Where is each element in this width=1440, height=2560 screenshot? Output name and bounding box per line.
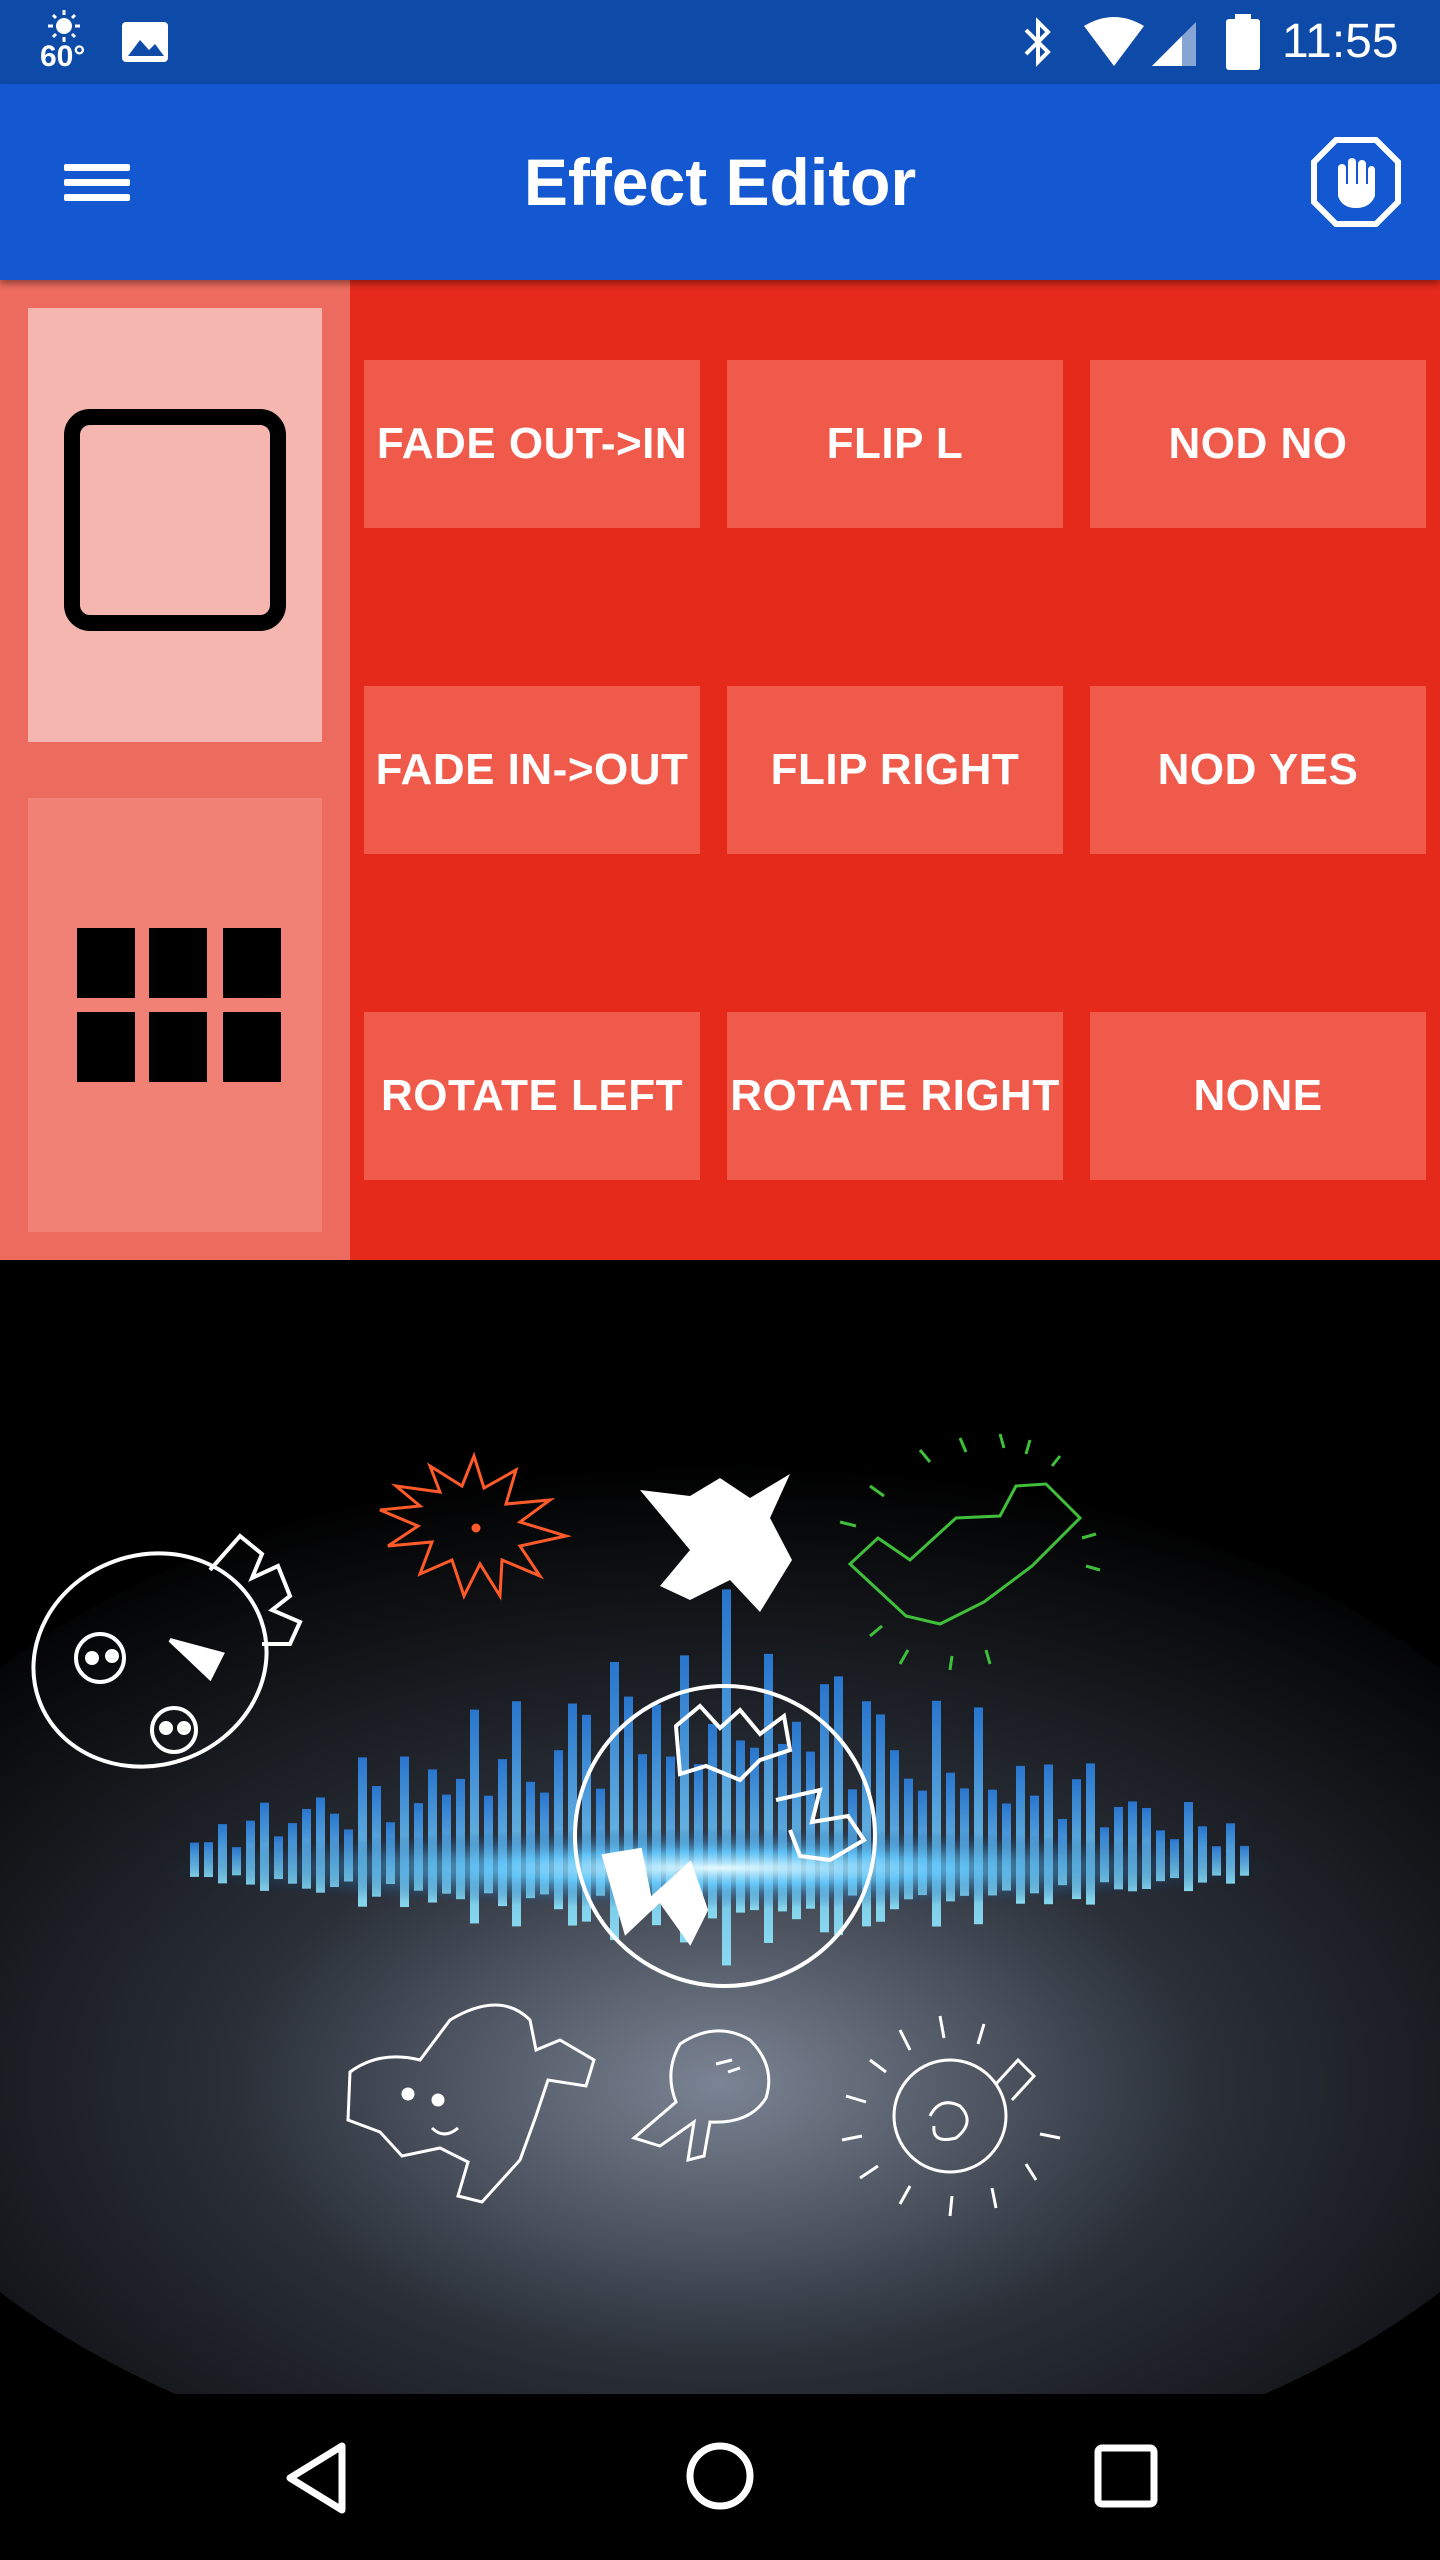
- effect-fade-out-in-button[interactable]: FADE OUT->IN: [364, 360, 700, 528]
- app-bar: Effect Editor: [0, 84, 1440, 280]
- image-icon: [122, 22, 168, 62]
- effect-fade-in-out-button[interactable]: FADE IN->OUT: [364, 686, 700, 854]
- effect-rotate-left-button[interactable]: ROTATE LEFT: [364, 1012, 700, 1180]
- stop-hand-icon: [1311, 137, 1401, 227]
- effect-rotate-right-button[interactable]: ROTATE RIGHT: [727, 1012, 1063, 1180]
- battery-icon: [1226, 14, 1260, 70]
- clock: 11:55: [1282, 15, 1399, 68]
- single-square-icon: [64, 409, 286, 631]
- temperature-label: 60°: [40, 40, 86, 73]
- preview-artwork: [0, 1260, 1440, 2394]
- page-title: Effect Editor: [523, 145, 917, 219]
- home-circle-icon[interactable]: [680, 2436, 760, 2516]
- grid-layout-button[interactable]: [28, 798, 322, 1232]
- effect-none-button[interactable]: NONE: [1090, 1012, 1426, 1180]
- recents-square-icon[interactable]: [1086, 2436, 1166, 2516]
- layout-mode-column: [0, 280, 350, 1260]
- stop-button[interactable]: [1308, 134, 1404, 230]
- equalizer-glow: [160, 1828, 1280, 1908]
- effect-editor-panel: FADE OUT->IN FLIP L NOD NO FADE IN->OUT …: [0, 280, 1440, 1260]
- system-nav-bar: [0, 2394, 1440, 2560]
- effect-flip-right-button[interactable]: FLIP RIGHT: [727, 686, 1063, 854]
- grid-six-icon: [77, 928, 281, 1082]
- back-triangle-icon[interactable]: [280, 2438, 352, 2518]
- effect-flip-l-button[interactable]: FLIP L: [727, 360, 1063, 528]
- wifi-icon: [1084, 17, 1196, 66]
- effect-nod-yes-button[interactable]: NOD YES: [1090, 686, 1426, 854]
- bluetooth-icon: [1024, 17, 1051, 67]
- status-bar: 60° 11:55: [0, 0, 1440, 84]
- single-layout-button[interactable]: [28, 308, 322, 742]
- effect-preview[interactable]: [0, 1260, 1440, 2394]
- effect-nod-no-button[interactable]: NOD NO: [1090, 360, 1426, 528]
